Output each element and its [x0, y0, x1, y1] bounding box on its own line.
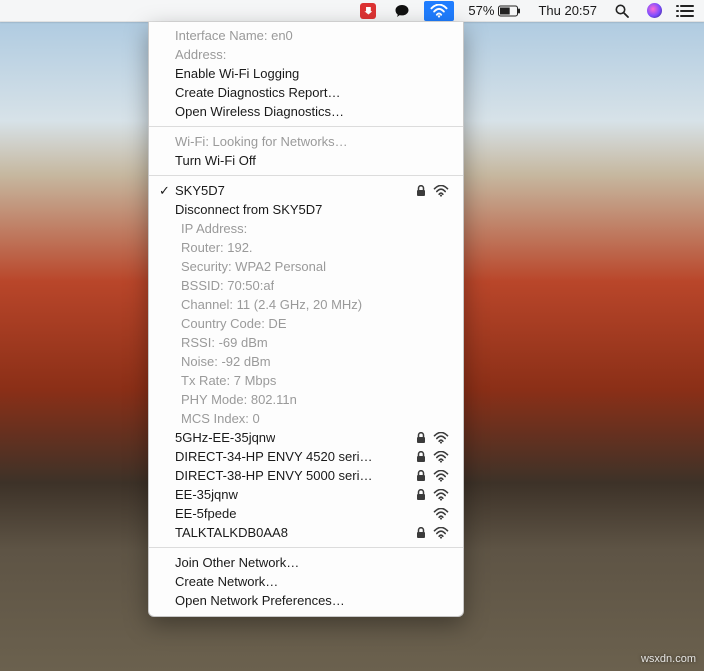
create-diagnostics-report[interactable]: Create Diagnostics Report…: [149, 83, 463, 102]
wifi-menubar-icon[interactable]: [424, 1, 454, 21]
lock-icon: [416, 451, 426, 463]
network-name: DIRECT-34-HP ENVY 4520 seri…: [175, 447, 372, 466]
network-item[interactable]: 5GHz-EE-35jqnw: [149, 428, 463, 447]
detail-phy: PHY Mode: 802.11n: [149, 390, 463, 409]
enable-wifi-logging[interactable]: Enable Wi-Fi Logging: [149, 64, 463, 83]
separator: [149, 547, 463, 548]
lock-icon: [416, 185, 426, 197]
separator: [149, 126, 463, 127]
wifi-dropdown: Interface Name: en0 Address: Enable Wi-F…: [148, 22, 464, 617]
wifi-signal-icon: [433, 470, 449, 482]
separator: [149, 175, 463, 176]
chat-bubble-icon[interactable]: [390, 0, 414, 22]
disconnect-network[interactable]: Disconnect from SKY5D7: [149, 200, 463, 219]
create-network[interactable]: Create Network…: [149, 572, 463, 591]
wifi-signal-icon: [433, 185, 449, 197]
detail-txrate: Tx Rate: 7 Mbps: [149, 371, 463, 390]
menubar: 57% Thu 20:57: [0, 0, 704, 22]
detail-ip: IP Address:: [149, 219, 463, 238]
detail-router: Router: 192.: [149, 238, 463, 257]
lock-icon: [416, 489, 426, 501]
wifi-status: Wi-Fi: Looking for Networks…: [149, 132, 463, 151]
network-item[interactable]: TALKTALKDB0AA8: [149, 523, 463, 542]
interface-name: Interface Name: en0: [149, 26, 463, 45]
spotlight-icon[interactable]: [611, 0, 633, 22]
open-wireless-diagnostics[interactable]: Open Wireless Diagnostics…: [149, 102, 463, 121]
wifi-signal-icon: [433, 489, 449, 501]
detail-mcs: MCS Index: 0: [149, 409, 463, 428]
detail-noise: Noise: -92 dBm: [149, 352, 463, 371]
battery-icon: [498, 5, 520, 17]
detail-bssid: BSSID: 70:50:af: [149, 276, 463, 295]
open-network-preferences[interactable]: Open Network Preferences…: [149, 591, 463, 610]
lock-icon: [416, 470, 426, 482]
watermark: wsxdn.com: [641, 653, 696, 665]
wifi-signal-icon: [433, 432, 449, 444]
connected-network[interactable]: SKY5D7: [149, 181, 463, 200]
clock[interactable]: Thu 20:57: [534, 0, 601, 22]
address-line: Address:: [149, 45, 463, 64]
detail-channel: Channel: 11 (2.4 GHz, 20 MHz): [149, 295, 463, 314]
network-item[interactable]: DIRECT-38-HP ENVY 5000 seri…: [149, 466, 463, 485]
detail-country: Country Code: DE: [149, 314, 463, 333]
wifi-signal-icon: [433, 451, 449, 463]
battery-status[interactable]: 57%: [464, 0, 524, 22]
network-item[interactable]: EE-5fpede: [149, 504, 463, 523]
network-name: EE-35jqnw: [175, 485, 238, 504]
network-name: EE-5fpede: [175, 504, 236, 523]
siri-icon[interactable]: [643, 0, 666, 22]
detail-security: Security: WPA2 Personal: [149, 257, 463, 276]
network-name: SKY5D7: [175, 181, 225, 200]
turn-wifi-off[interactable]: Turn Wi-Fi Off: [149, 151, 463, 170]
network-name: TALKTALKDB0AA8: [175, 523, 288, 542]
wifi-signal-icon: [433, 508, 449, 520]
battery-percent: 57%: [468, 3, 494, 18]
detail-rssi: RSSI: -69 dBm: [149, 333, 463, 352]
security-status-icon[interactable]: [356, 0, 380, 22]
lock-icon: [416, 527, 426, 539]
network-name: DIRECT-38-HP ENVY 5000 seri…: [175, 466, 372, 485]
lock-icon: [416, 432, 426, 444]
network-item[interactable]: DIRECT-34-HP ENVY 4520 seri…: [149, 447, 463, 466]
notification-center-icon[interactable]: [676, 0, 698, 22]
network-name: 5GHz-EE-35jqnw: [175, 428, 275, 447]
wifi-signal-icon: [433, 527, 449, 539]
join-other-network[interactable]: Join Other Network…: [149, 553, 463, 572]
network-item[interactable]: EE-35jqnw: [149, 485, 463, 504]
